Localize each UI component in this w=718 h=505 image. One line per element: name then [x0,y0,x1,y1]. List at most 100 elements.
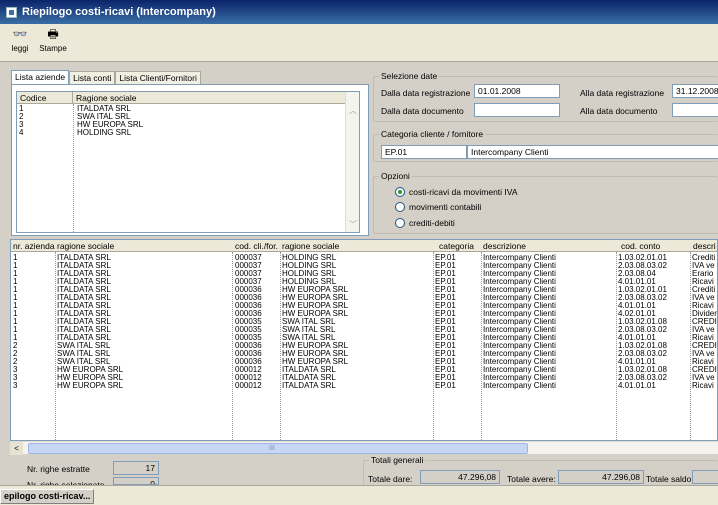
tab-lista-aziende[interactable]: Lista aziende [11,70,70,85]
cell-nr-azienda: 1 [13,334,18,342]
toolbar: 👓 leggi 🖶 Stampe [0,24,718,62]
table-row[interactable]: 3 HW EUROPA SRL 000012 ITALDATA SRL EP.01 Int… [11,366,717,374]
col-cod-cli-for-header[interactable]: cod. cli./for. [235,240,278,252]
tab-strip: Lista aziende Lista conti Lista Clienti/… [11,70,201,85]
cell-descrizione: Intercompany Clienti [483,366,556,374]
leggi-button[interactable]: 👓 leggi [8,27,32,54]
table-row[interactable]: 2 SWA ITAL SRL 000036 HW EUROPA SRL EP.01 Int… [11,342,717,350]
taskbar-window-button[interactable]: epilogo costi-ricav... [0,489,95,504]
radio-crediti-debiti[interactable]: crediti-debiti [395,218,455,228]
cell-cod-cli-for: 000036 [235,302,262,310]
col-descri-header[interactable]: descri [693,240,716,252]
cell-ragione-sociale-2: HOLDING SRL [282,278,337,286]
cell-categoria: EP.01 [435,278,456,286]
col-nr-azienda-header[interactable]: nr. azienda [13,240,55,252]
stampe-button[interactable]: 🖶 Stampe [38,27,68,54]
cell-descrizione: Intercompany Clienti [483,326,556,334]
table-row[interactable]: 1 ITALDATA SRL 000037 HOLDING SRL EP.01 Inter… [11,278,717,286]
cell-nr-azienda: 1 [13,270,18,278]
table-row[interactable]: 1 ITALDATA SRL 000037 HOLDING SRL EP.01 Inter… [11,254,717,262]
col-ragione-sociale-header[interactable]: ragione sociale [57,240,115,252]
col-ragione-sociale-header[interactable]: Ragione sociale [73,92,347,104]
cell-descri: Ricavi [692,358,714,366]
cell-descri: IVA ve [692,294,715,302]
table-row[interactable]: 1 ITALDATA SRL 000036 HW EUROPA SRL EP.01 Int… [11,302,717,310]
table-row[interactable]: 2 SWA ITAL SRL 000036 HW EUROPA SRL EP.01 Int… [11,358,717,366]
cell-categoria: EP.01 [435,302,456,310]
cell-descri: Crediti [692,254,716,262]
cell-descri: IVA ve [692,262,715,270]
cell-ragione-sociale-2: HW EUROPA SRL [282,342,349,350]
table-row[interactable]: 1 ITALDATA SRL 000037 HOLDING SRL EP.01 Inter… [11,270,717,278]
cell-ragione-sociale: SWA ITAL SRL [57,350,111,358]
table-row[interactable]: 3 HW EUROPA SRL 000012 ITALDATA SRL EP.01 Int… [11,382,717,390]
selezione-date-legend: Selezione date [379,71,440,81]
col-descrizione-header[interactable]: descrizione [483,240,526,252]
cell-categoria: EP.01 [435,254,456,262]
cell-cod-cli-for: 000037 [235,262,262,270]
window-title: Riepilogo costi-ricavi (Intercompany) [22,6,216,18]
cell-cod-cli-for: 000037 [235,270,262,278]
col-cod-conto-header[interactable]: cod. conto [621,240,661,252]
alla-doc-input[interactable] [672,103,718,117]
aziende-panel: Lista aziende Lista conti Lista Clienti/… [11,70,369,236]
totali-legend: Totali generali [369,455,426,465]
hscroll-thumb[interactable] [28,443,528,454]
dalla-reg-label: Dalla data registrazione [381,88,471,98]
cell-ragione-sociale-2: HOLDING SRL [282,254,337,262]
scroll-down-icon[interactable]: ﹀ [346,218,360,232]
table-row[interactable]: 1 ITALDATA SRL 000036 HW EUROPA SRL EP.01 Int… [11,310,717,318]
aziende-vscroll[interactable]: ︿ ﹀ [345,92,359,232]
categoria-code-input[interactable]: EP.01 [381,145,467,159]
cell-cod-cli-for: 000035 [235,326,262,334]
table-row[interactable]: 1 ITALDATA SRL 000035 SWA ITAL SRL EP.01 Inte… [11,326,717,334]
cell-cod-cli-for: 000037 [235,278,262,286]
glasses-icon: 👓 [12,27,28,41]
cell-nr-azienda: 1 [13,294,18,302]
cell-ragione-sociale-2: HW EUROPA SRL [282,358,349,366]
cell-descri: CREDI [692,318,717,326]
table-row[interactable]: 1 ITALDATA SRL 000037 HOLDING SRL EP.01 Inter… [11,262,717,270]
cell-descri: Erario [692,270,714,278]
alla-reg-label: Alla data registrazione [580,88,665,98]
aziende-ragione-cell[interactable]: HOLDING SRL [75,129,131,137]
printer-icon: 🖶 [47,27,59,41]
table-row[interactable]: 1 ITALDATA SRL 000036 HW EUROPA SRL EP.01 Int… [11,286,717,294]
cell-ragione-sociale-2: SWA ITAL SRL [282,334,336,342]
table-row[interactable]: 2 SWA ITAL SRL 000036 HW EUROPA SRL EP.01 Int… [11,350,717,358]
col-ragione-sociale-2-header[interactable]: ragione sociale [282,240,340,252]
cell-descrizione: Intercompany Clienti [483,310,556,318]
cell-descri: Ricavi [692,302,714,310]
results-hscroll[interactable]: < [10,441,718,455]
col-codice-header[interactable]: Codice [17,92,73,104]
radio-movimenti-contabili[interactable]: movimenti contabili [395,202,481,212]
cell-cod-conto: 4.01.01.01 [618,278,656,286]
aziende-codice-cell[interactable]: 4 [17,129,23,137]
estratte-value: 17 [113,461,159,475]
col-categoria-header[interactable]: categoria [439,240,474,252]
cell-cod-cli-for: 000035 [235,318,262,326]
table-row[interactable]: 1 ITALDATA SRL 000035 SWA ITAL SRL EP.01 Inte… [11,334,717,342]
cell-cod-cli-for: 000012 [235,366,262,374]
alla-reg-input[interactable]: 31.12.2008 [672,84,718,98]
scroll-left-icon[interactable]: < [10,442,23,455]
tab-lista-clienti-fornitori[interactable]: Lista Clienti/Fornitori [115,71,201,85]
dalla-reg-input[interactable]: 01.01.2008 [474,84,560,98]
dalla-doc-input[interactable] [474,103,560,117]
cell-cod-conto: 2.03.08.03.02 [618,374,667,382]
cell-ragione-sociale: ITALDATA SRL [57,254,111,262]
cell-nr-azienda: 3 [13,374,18,382]
cell-ragione-sociale: SWA ITAL SRL [57,342,111,350]
cell-cod-cli-for: 000036 [235,310,262,318]
cell-categoria: EP.01 [435,334,456,342]
tab-lista-conti[interactable]: Lista conti [69,71,116,85]
table-row[interactable]: 1 ITALDATA SRL 000035 SWA ITAL SRL EP.01 Inte… [11,318,717,326]
radio-costi-ricavi[interactable]: costi-ricavi da movimenti IVA [395,187,517,197]
cell-ragione-sociale-2: HW EUROPA SRL [282,286,349,294]
table-row[interactable]: 3 HW EUROPA SRL 000012 ITALDATA SRL EP.01 Int… [11,374,717,382]
cell-descri: Ricavi [692,382,714,390]
cell-cod-conto: 4.01.01.01 [618,302,656,310]
table-row[interactable]: 1 ITALDATA SRL 000036 HW EUROPA SRL EP.01 Int… [11,294,717,302]
cell-cod-conto: 2.03.08.03.02 [618,294,667,302]
scroll-up-icon[interactable]: ︿ [346,104,360,118]
